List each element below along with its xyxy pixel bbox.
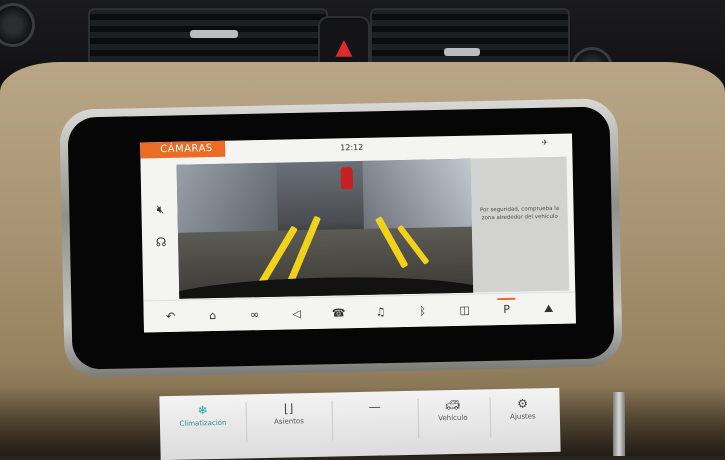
garage-wall-left — [176, 162, 278, 235]
chrome-trim — [613, 392, 625, 456]
settings-icon: ⚙ — [517, 396, 529, 411]
rear-camera-view — [176, 158, 474, 299]
connect-icon[interactable]: ∞ — [238, 308, 272, 322]
settings-button[interactable]: ⚙ Ajustes — [485, 396, 559, 422]
safety-message: Por seguridad, comprueba la zona alreded… — [479, 205, 560, 222]
climate-icon: ❄ — [197, 403, 208, 418]
car-icon: 🚙︎ — [444, 397, 461, 413]
vent-slider-right[interactable] — [444, 48, 480, 56]
mute-icon[interactable]: 🔇︎ — [149, 202, 171, 217]
terrain-icon[interactable]: ⛰ — [531, 301, 565, 316]
voice-icon[interactable]: ☊ — [150, 235, 172, 249]
clock: 12:12 — [340, 142, 364, 153]
blank-button[interactable]: — — [338, 399, 412, 417]
home-icon[interactable]: ⌂ — [196, 309, 230, 323]
bluetooth-icon[interactable]: ᛒ — [406, 304, 440, 318]
settings-label: Ajustes — [510, 412, 536, 421]
phone-icon[interactable]: ☎ — [322, 306, 356, 320]
parking-icon[interactable]: P — [490, 303, 524, 317]
side-controls: 🔇︎ ☊ — [149, 202, 172, 267]
info-panel: Por seguridad, comprueba la zona alreded… — [470, 156, 570, 293]
vehicle-button[interactable]: 🚙︎ Vehículo — [415, 397, 489, 423]
fire-extinguisher — [340, 167, 354, 190]
blank-icon: — — [368, 399, 381, 414]
satellite-icon: ✈ — [541, 137, 549, 148]
seats-button[interactable]: ⌊⌋ Asientos — [252, 401, 326, 427]
camera-icon[interactable]: ◫ — [448, 303, 482, 317]
lower-touch-panel: ❄ Climatización ⌊⌋ Asientos — 🚙︎ Vehícul… — [159, 387, 561, 460]
seat-icon: ⌊⌋ — [283, 401, 294, 416]
climate-label: Climatización — [179, 418, 227, 428]
blank-label — [338, 415, 412, 417]
vent-slider[interactable] — [190, 30, 238, 38]
round-vent-left — [0, 6, 32, 44]
seats-label: Asientos — [273, 417, 304, 426]
climate-button[interactable]: ❄ Climatización — [166, 403, 240, 429]
hazard-triangle-icon: ▲ — [335, 35, 353, 60]
page-title: CÁMARAS — [140, 140, 225, 159]
divider — [245, 402, 248, 443]
media-icon[interactable]: ♫ — [364, 305, 398, 319]
vehicle-label: Vehículo — [438, 413, 468, 423]
navigation-icon[interactable]: ◁ — [280, 307, 314, 321]
divider — [331, 400, 334, 441]
infotainment-screen: CÁMARAS 12:12 ✈ 🔇︎ ☊ Por seguridad, comp… — [140, 133, 576, 333]
back-icon[interactable]: ↶ — [154, 310, 188, 324]
